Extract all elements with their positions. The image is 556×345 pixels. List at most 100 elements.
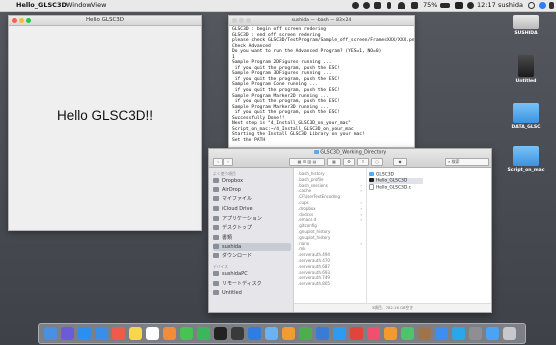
desktop-icon-label: Untitled [515, 79, 537, 84]
dock-mail-icon[interactable] [95, 327, 108, 340]
desktop-icon-sushida[interactable]: SUSHIDA [506, 15, 546, 36]
dock-notes-icon[interactable] [129, 327, 142, 340]
menu-user[interactable]: sushida [498, 0, 523, 11]
minimize-button[interactable] [19, 18, 24, 23]
sidebar-item-desktop[interactable]: デスクトップ [213, 224, 291, 232]
dock-preview-icon[interactable] [265, 327, 278, 340]
sidebar-item-label: iCloud Drive [222, 206, 253, 212]
tray-bluetooth-icon[interactable] [387, 2, 391, 9]
spotlight-search-icon[interactable] [528, 2, 535, 9]
sidebar-item-my-files[interactable]: マイファイル [213, 195, 291, 203]
cloud-icon [213, 206, 219, 211]
finder-column-home[interactable]: .bash_history .bash_profile .bash_sessions… [294, 168, 367, 304]
tray-sync-icon[interactable] [363, 2, 370, 9]
menu-view[interactable]: View [91, 0, 106, 11]
sidebar-item-icloud-drive[interactable]: iCloud Drive [213, 205, 291, 213]
tags-button[interactable]: ○ [371, 158, 383, 166]
finder-toolbar[interactable]: GLSC3D_Working_Directory ‹ › ▦ ☰ ▥ ▤ ▦ ⚙… [209, 149, 491, 168]
terminal-output[interactable]: GLSC3D : begin off screen redering GLSC3… [232, 27, 414, 143]
dropbox-button[interactable]: ◆ [393, 158, 407, 166]
dock-chrome-icon[interactable] [350, 327, 363, 340]
sidebar-item-downloads[interactable]: ダウンロード [213, 252, 291, 260]
list-item[interactable]: .serverauth.805 [298, 281, 364, 287]
back-button[interactable]: ‹ [213, 158, 223, 166]
siri-icon[interactable] [539, 2, 546, 9]
dock-terminal-icon[interactable] [214, 327, 227, 340]
sidebar-item-applications[interactable]: アプリケーション [213, 215, 291, 223]
battery-percent[interactable]: 75% [423, 0, 437, 11]
dock-numbers-icon[interactable] [299, 327, 312, 340]
desktop-icon-script-on-mac[interactable]: Script_on_mac [506, 146, 546, 173]
dock-maps-icon[interactable] [401, 327, 414, 340]
terminal-window[interactable]: sushida — -bash — 83×24 GLSC3D : begin o… [228, 15, 415, 148]
list-item-label: .serverauth.470 [298, 258, 330, 263]
sidebar-item-untitled[interactable]: Untitled [213, 289, 291, 297]
dock-facetime-icon[interactable] [197, 327, 210, 340]
dock-skype-icon[interactable] [452, 327, 465, 340]
desktop-icon-data-glsc[interactable]: DATA_GLSC [506, 103, 546, 130]
sidebar-item-dropbox[interactable]: Dropbox [213, 177, 291, 185]
search-placeholder: 検索 [451, 159, 460, 164]
desktop-icon-label: SUSHIDA [514, 31, 538, 36]
dock-ibooks-icon[interactable] [384, 327, 397, 340]
minimize-button[interactable] [239, 18, 244, 23]
zoom-button[interactable] [26, 18, 31, 23]
notification-center-icon[interactable] [549, 2, 554, 9]
view-mode-buttons[interactable]: ▦ ☰ ▥ ▤ [289, 158, 325, 166]
list-item-label: .cups [298, 200, 309, 205]
search-input[interactable]: ⌕ 検索 [445, 158, 489, 166]
sidebar-item-airdrop[interactable]: AirDrop [213, 186, 291, 194]
menu-window[interactable]: Window [66, 0, 92, 11]
dock-itunes-icon[interactable] [367, 327, 380, 340]
sidebar-item-remote-disc[interactable]: リモートディスク [213, 280, 291, 288]
list-item[interactable]: Hello_GLSC3D.c [369, 184, 423, 191]
arrange-button[interactable]: ▦ [327, 158, 341, 166]
applications-icon [213, 216, 219, 221]
tray-app-icon[interactable] [374, 2, 381, 9]
dock-photos-icon[interactable] [163, 327, 176, 340]
sidebar-item-sushidapc[interactable]: sushidaPC [213, 270, 291, 278]
sidebar-item-label: リモートディスク [222, 281, 262, 287]
gl-window[interactable]: Hello GLSC3D Hello GLSC3D!! [8, 15, 202, 231]
zoom-button[interactable] [246, 18, 251, 23]
desktop-icon-untitled[interactable]: Untitled [506, 55, 546, 84]
tray-wifi-icon[interactable] [398, 2, 405, 9]
tray-input-icon[interactable] [455, 2, 463, 9]
list-item-label: .gitconfig [298, 223, 317, 229]
folder-icon [513, 146, 539, 166]
dock-calendar-icon[interactable] [112, 327, 125, 340]
dock-finder-icon[interactable] [44, 327, 57, 340]
menu-clock[interactable]: 12:17 [477, 0, 496, 11]
dock-xcode-icon[interactable] [248, 327, 261, 340]
dock-contacts-icon[interactable] [418, 327, 431, 340]
tray-dropbox-icon[interactable] [352, 2, 359, 9]
dock-siri-icon[interactable] [61, 327, 74, 340]
dock-activity-icon[interactable] [231, 327, 244, 340]
sidebar-item-sushida[interactable]: sushida [213, 243, 291, 251]
terminal-titlebar[interactable]: sushida — -bash — 83×24 [229, 16, 414, 26]
finder-column-working-directory[interactable]: GLSC3D Hello_GLSC3D Hello_GLSC3D.c [367, 168, 425, 304]
tray-volume-icon[interactable] [411, 2, 418, 9]
dock-downloads-icon[interactable] [486, 327, 499, 340]
dock-pages-icon[interactable] [282, 327, 295, 340]
dock-messages-icon[interactable] [180, 327, 193, 340]
dock-safari-icon[interactable] [78, 327, 91, 340]
dock-app-store-icon[interactable] [333, 327, 346, 340]
dock-keynote-icon[interactable] [316, 327, 329, 340]
dock-settings-icon[interactable] [469, 327, 482, 340]
dock-trash-icon[interactable] [503, 327, 516, 340]
close-button[interactable] [232, 18, 237, 23]
sidebar-item-documents[interactable]: 書類 [213, 234, 291, 242]
finder-window[interactable]: GLSC3D_Working_Directory ‹ › ▦ ☰ ▥ ▤ ▦ ⚙… [208, 148, 492, 313]
disc-icon [213, 281, 219, 286]
menu-app-name[interactable]: Hello_GLSC3D [16, 0, 67, 11]
action-gear-button[interactable]: ⚙ [343, 158, 355, 166]
dock-dropbox-icon[interactable] [435, 327, 448, 340]
close-button[interactable] [12, 18, 17, 23]
share-button[interactable]: ⇪ [357, 158, 369, 166]
dock-reminders-icon[interactable] [146, 327, 159, 340]
gl-window-titlebar[interactable]: Hello GLSC3D [9, 16, 201, 26]
forward-button[interactable]: › [223, 158, 233, 166]
source-file-icon [369, 184, 374, 190]
drive-icon [213, 290, 219, 295]
